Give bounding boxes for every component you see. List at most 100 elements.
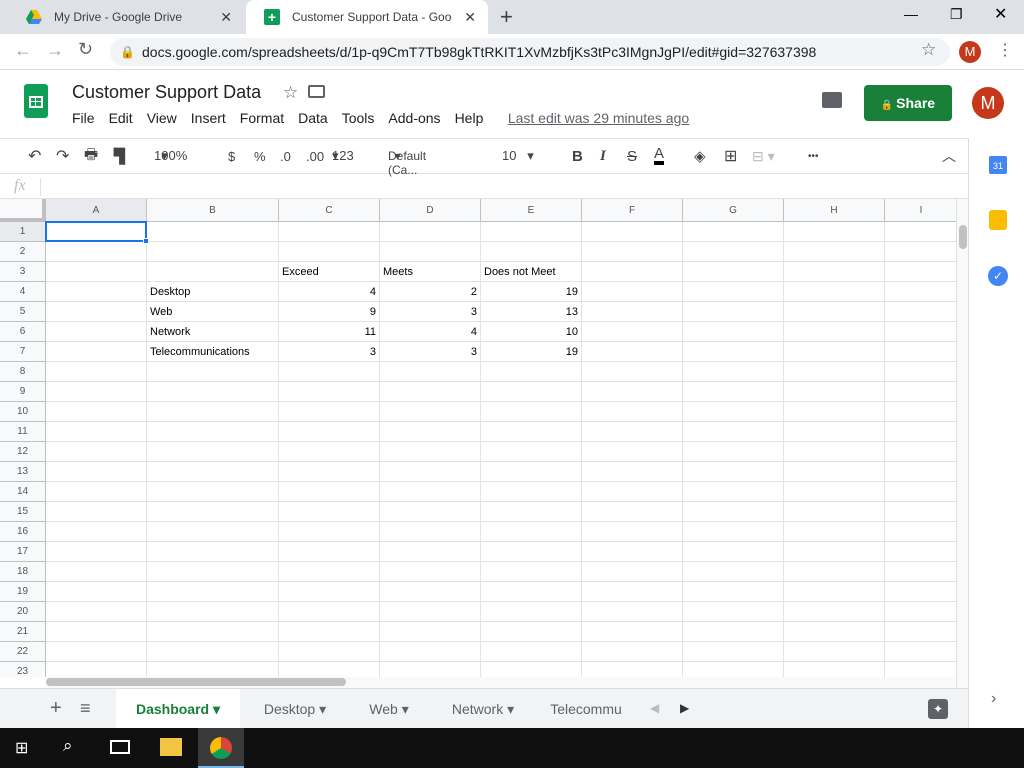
menu-file[interactable]: File bbox=[72, 110, 95, 126]
menu-insert[interactable]: Insert bbox=[191, 110, 226, 126]
cell[interactable] bbox=[380, 242, 481, 262]
cell[interactable] bbox=[885, 562, 956, 582]
cell[interactable] bbox=[683, 462, 784, 482]
cell[interactable] bbox=[582, 282, 683, 302]
menu-format[interactable]: Format bbox=[240, 110, 284, 126]
cell[interactable] bbox=[582, 362, 683, 382]
column-label-cell[interactable]: Exceed bbox=[279, 262, 380, 282]
undo-icon[interactable]: ↶ bbox=[28, 146, 41, 166]
cell[interactable] bbox=[147, 622, 279, 642]
cell[interactable] bbox=[481, 222, 582, 242]
cell[interactable] bbox=[481, 462, 582, 482]
cell[interactable] bbox=[683, 602, 784, 622]
cell[interactable] bbox=[784, 362, 885, 382]
cell[interactable] bbox=[784, 402, 885, 422]
cell[interactable] bbox=[582, 502, 683, 522]
cell[interactable] bbox=[784, 542, 885, 562]
row-header[interactable]: 3 bbox=[0, 262, 46, 282]
cell[interactable] bbox=[481, 562, 582, 582]
cell[interactable] bbox=[683, 262, 784, 282]
cell[interactable] bbox=[784, 342, 885, 362]
profile-avatar[interactable]: M bbox=[959, 41, 981, 63]
new-tab-icon[interactable]: + bbox=[500, 4, 513, 30]
cell[interactable] bbox=[46, 422, 147, 442]
value-cell[interactable]: 19 bbox=[481, 342, 582, 362]
collapse-toolbar-icon[interactable]: ︿ bbox=[942, 146, 956, 166]
scroll-thumb[interactable] bbox=[959, 225, 967, 249]
font-select[interactable]: Default (Ca... ▾ bbox=[388, 149, 426, 177]
cell[interactable] bbox=[784, 442, 885, 462]
cell[interactable] bbox=[683, 482, 784, 502]
cell[interactable] bbox=[683, 242, 784, 262]
cell[interactable] bbox=[582, 322, 683, 342]
value-cell[interactable]: 2 bbox=[380, 282, 481, 302]
value-cell[interactable]: 10 bbox=[481, 322, 582, 342]
cell[interactable] bbox=[885, 402, 956, 422]
column-header-h[interactable]: H bbox=[784, 199, 885, 222]
cell[interactable] bbox=[784, 622, 885, 642]
close-window-icon[interactable]: ✕ bbox=[994, 4, 1007, 24]
scroll-tabs-left-icon[interactable]: ◀ bbox=[650, 701, 659, 715]
row-header[interactable]: 12 bbox=[0, 442, 46, 462]
row-header[interactable]: 23 bbox=[0, 662, 46, 677]
column-label-cell[interactable]: Does not Meet bbox=[481, 262, 582, 282]
cell[interactable] bbox=[683, 522, 784, 542]
cell[interactable] bbox=[582, 562, 683, 582]
cell[interactable] bbox=[279, 622, 380, 642]
cell[interactable] bbox=[784, 562, 885, 582]
cell[interactable] bbox=[279, 402, 380, 422]
document-title[interactable]: Customer Support Data bbox=[72, 82, 261, 103]
sheet-tab-dashboard[interactable]: Dashboard ▾ bbox=[116, 689, 240, 729]
cell[interactable] bbox=[380, 482, 481, 502]
cell[interactable] bbox=[380, 422, 481, 442]
cell[interactable] bbox=[885, 482, 956, 502]
cell[interactable] bbox=[683, 562, 784, 582]
cell[interactable] bbox=[784, 502, 885, 522]
cell[interactable] bbox=[885, 382, 956, 402]
cell[interactable] bbox=[582, 662, 683, 677]
cell[interactable] bbox=[147, 382, 279, 402]
last-edit-link[interactable]: Last edit was 29 minutes ago bbox=[508, 110, 689, 126]
tasks-icon[interactable]: ✓ bbox=[988, 266, 1008, 286]
cell[interactable] bbox=[481, 542, 582, 562]
cell[interactable] bbox=[147, 542, 279, 562]
cell[interactable] bbox=[885, 642, 956, 662]
cell[interactable] bbox=[885, 322, 956, 342]
more-button[interactable]: ••• bbox=[808, 151, 819, 162]
sheet-tab-network[interactable]: Network ▾ bbox=[430, 689, 536, 729]
cell[interactable] bbox=[46, 382, 147, 402]
cell[interactable] bbox=[380, 502, 481, 522]
cell[interactable] bbox=[784, 582, 885, 602]
cell[interactable] bbox=[279, 642, 380, 662]
cell[interactable] bbox=[683, 322, 784, 342]
row-header[interactable]: 14 bbox=[0, 482, 46, 502]
cell[interactable] bbox=[380, 222, 481, 242]
cell[interactable] bbox=[46, 322, 147, 342]
column-header-b[interactable]: B bbox=[147, 199, 279, 222]
cell[interactable] bbox=[380, 622, 481, 642]
cell[interactable] bbox=[279, 562, 380, 582]
file-explorer-icon[interactable] bbox=[160, 738, 182, 756]
cell[interactable] bbox=[582, 402, 683, 422]
cell[interactable] bbox=[885, 502, 956, 522]
row-header[interactable]: 7 bbox=[0, 342, 46, 362]
cell[interactable] bbox=[46, 482, 147, 502]
cell[interactable] bbox=[582, 242, 683, 262]
cell[interactable] bbox=[147, 262, 279, 282]
cell[interactable] bbox=[683, 582, 784, 602]
cell[interactable] bbox=[46, 662, 147, 677]
sheet-tab-telecommunications[interactable]: Telecommu bbox=[538, 689, 634, 729]
cell[interactable] bbox=[481, 442, 582, 462]
comments-icon[interactable] bbox=[822, 92, 842, 108]
cell[interactable] bbox=[380, 462, 481, 482]
search-icon[interactable]: ⌕ bbox=[63, 736, 73, 756]
cell[interactable] bbox=[380, 662, 481, 677]
cell[interactable] bbox=[885, 542, 956, 562]
row-header[interactable]: 1 bbox=[0, 222, 46, 242]
redo-icon[interactable]: ↷ bbox=[56, 146, 69, 166]
scroll-tabs-right-icon[interactable]: ▶ bbox=[680, 701, 689, 715]
cell[interactable] bbox=[279, 442, 380, 462]
cell[interactable] bbox=[784, 302, 885, 322]
cell[interactable] bbox=[46, 502, 147, 522]
cell[interactable] bbox=[784, 222, 885, 242]
